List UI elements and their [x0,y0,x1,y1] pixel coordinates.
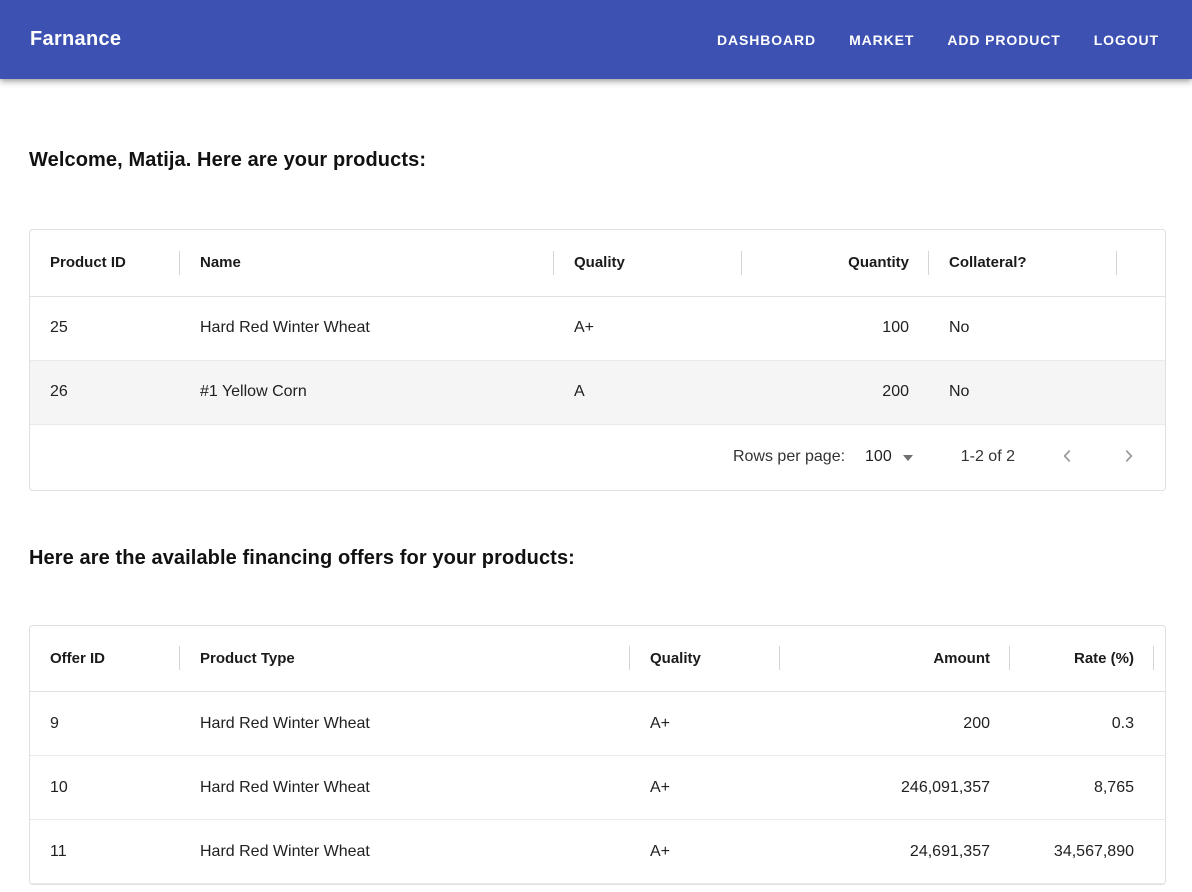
products-header-row: Product ID Name Quality Quantity Collate… [30,230,1165,296]
product-name-cell: Hard Red Winter Wheat [180,296,554,360]
offers-table-card: Offer ID Product Type Quality Amount Rat… [29,625,1166,886]
product-id-cell: 26 [30,360,180,424]
nav-item-logout[interactable]: LOGOUT [1094,32,1159,48]
offer-rate-cell: 8,765 [1010,756,1154,820]
col-header-spacer [1154,626,1165,692]
nav-item-dashboard[interactable]: DASHBOARD [717,32,816,48]
brand-logo[interactable]: Farnance [30,28,121,51]
next-page-button[interactable] [1119,447,1139,467]
product-quality-cell: A+ [554,296,742,360]
offer-amount-cell: 246,091,357 [780,756,1010,820]
product-quantity-cell: 200 [742,360,929,424]
app-navbar: Farnance DASHBOARD MARKET ADD PRODUCT LO… [0,0,1192,79]
offers-table: Offer ID Product Type Quality Amount Rat… [30,626,1165,885]
previous-page-button[interactable] [1057,447,1077,467]
nav-item-add-product[interactable]: ADD PRODUCT [947,32,1060,48]
offer-rate-cell: 0.3 [1010,692,1154,756]
chevron-right-icon [1120,447,1138,468]
nav-links: DASHBOARD MARKET ADD PRODUCT LOGOUT [717,32,1159,48]
offer-id-cell: 9 [30,692,180,756]
offer-id-cell: 11 [30,820,180,884]
offer-quality-cell: A+ [630,820,780,884]
table-row: 10 Hard Red Winter Wheat A+ 246,091,357 … [30,756,1165,820]
col-header-product-id: Product ID [30,230,180,296]
nav-item-market[interactable]: MARKET [849,32,914,48]
offer-product-type-cell: Hard Red Winter Wheat [180,820,630,884]
offer-rate-cell: 34,567,890 [1010,820,1154,884]
products-table-card: Product ID Name Quality Quantity Collate… [29,229,1166,491]
offer-quality-cell: A+ [630,692,780,756]
col-header-name: Name [180,230,554,296]
col-header-collateral: Collateral? [929,230,1117,296]
rows-per-page-label: Rows per page: [733,448,845,466]
main-content: Welcome, Matija. Here are your products:… [0,79,1192,885]
rows-per-page-value: 100 [865,448,892,466]
offers-header-row: Offer ID Product Type Quality Amount Rat… [30,626,1165,692]
product-name-cell: #1 Yellow Corn [180,360,554,424]
products-table: Product ID Name Quality Quantity Collate… [30,230,1165,425]
col-header-offer-id: Offer ID [30,626,180,692]
product-id-cell: 25 [30,296,180,360]
col-header-product-type: Product Type [180,626,630,692]
offer-product-type-cell: Hard Red Winter Wheat [180,692,630,756]
table-row: 25 Hard Red Winter Wheat A+ 100 No [30,296,1165,360]
products-pagination: Rows per page: 100 1-2 of 2 [30,425,1165,490]
col-header-quality: Quality [554,230,742,296]
offer-id-cell: 10 [30,756,180,820]
product-collateral-cell: No [929,360,1117,424]
col-header-amount: Amount [780,626,1010,692]
table-row: 11 Hard Red Winter Wheat A+ 24,691,357 3… [30,820,1165,884]
products-heading: Welcome, Matija. Here are your products: [29,146,1166,174]
product-quality-cell: A [554,360,742,424]
col-header-quantity: Quantity [742,230,929,296]
offer-quality-cell: A+ [630,756,780,820]
col-header-rate: Rate (%) [1010,626,1154,692]
table-row: 9 Hard Red Winter Wheat A+ 200 0.3 [30,692,1165,756]
table-row: 26 #1 Yellow Corn A 200 No [30,360,1165,424]
product-collateral-cell: No [929,296,1117,360]
offers-heading: Here are the available financing offers … [29,544,1166,572]
offer-product-type-cell: Hard Red Winter Wheat [180,756,630,820]
col-header-spacer [1117,230,1165,296]
offer-amount-cell: 24,691,357 [780,820,1010,884]
offer-amount-cell: 200 [780,692,1010,756]
dropdown-arrow-icon [903,455,913,461]
pagination-range-label: 1-2 of 2 [961,448,1015,466]
chevron-left-icon [1058,447,1076,468]
col-header-quality: Quality [630,626,780,692]
product-quantity-cell: 100 [742,296,929,360]
rows-per-page-select[interactable]: 100 [865,448,913,466]
